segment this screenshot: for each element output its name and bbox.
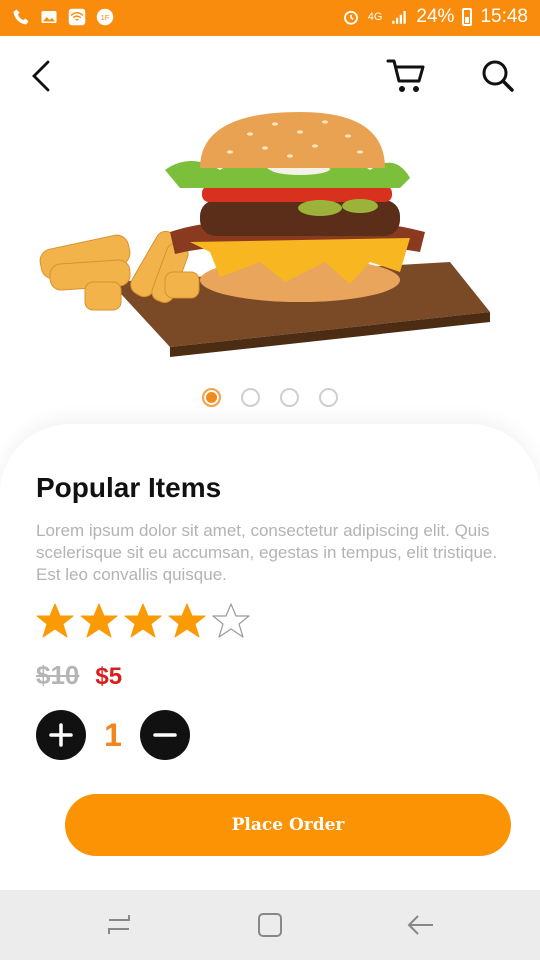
star-filled-icon[interactable] xyxy=(36,602,74,640)
search-icon xyxy=(482,60,514,92)
system-nav-bar xyxy=(0,890,540,960)
quantity-stepper: 1 xyxy=(36,710,190,760)
status-bar-right: 4G 24% 15:48 xyxy=(342,6,528,28)
phone-icon xyxy=(12,8,30,26)
home-button[interactable] xyxy=(255,910,285,940)
carousel-dot-1[interactable] xyxy=(202,388,221,407)
product-description: Lorem ipsum dolor sit amet, consectetur … xyxy=(36,521,498,584)
cart-button[interactable] xyxy=(384,54,428,98)
star-filled-icon[interactable] xyxy=(124,602,162,640)
status-bar-left: 1F xyxy=(12,8,114,26)
carousel-indicator xyxy=(0,388,540,407)
star-filled-icon[interactable] xyxy=(80,602,118,640)
increase-button[interactable] xyxy=(36,710,86,760)
new-price: $5 xyxy=(95,663,123,690)
star-filled-icon[interactable] xyxy=(168,602,206,640)
product-image xyxy=(30,112,520,362)
vpn-icon: 1F xyxy=(96,8,114,26)
svg-text:1F: 1F xyxy=(101,13,110,22)
back-arrow-icon xyxy=(32,60,50,92)
battery-percent: 24% xyxy=(416,6,455,27)
plus-icon xyxy=(49,723,73,747)
rating-stars[interactable] xyxy=(36,602,250,640)
home-icon xyxy=(258,913,282,937)
carousel-dot-4[interactable] xyxy=(319,388,338,407)
star-empty-icon[interactable] xyxy=(212,602,250,640)
clock: 15:48 xyxy=(480,6,528,27)
image-icon xyxy=(40,8,58,26)
product-card: Popular Items Lorem ipsum dolor sit amet… xyxy=(0,424,540,890)
back-icon xyxy=(407,915,433,935)
product-title: Popular Items xyxy=(36,472,222,503)
decrease-button[interactable] xyxy=(140,710,190,760)
recent-apps-button[interactable] xyxy=(104,910,134,940)
quantity-value: 1 xyxy=(104,716,122,753)
old-price: $10 xyxy=(36,660,80,690)
price-row: $10 $5 xyxy=(36,660,122,691)
product-hero xyxy=(0,36,540,456)
search-button[interactable] xyxy=(476,54,520,98)
system-back-button[interactable] xyxy=(406,910,436,940)
battery-icon xyxy=(462,8,473,26)
place-order-button[interactable]: Place Order xyxy=(65,794,511,856)
network-type: 4G xyxy=(367,11,383,23)
carousel-dot-2[interactable] xyxy=(241,388,260,407)
carousel-dot-3[interactable] xyxy=(280,388,299,407)
wifi-icon xyxy=(68,8,86,26)
status-bar: 1F 4G 24% 15:48 xyxy=(0,0,540,36)
burger-with-fries-image xyxy=(39,112,490,357)
back-button[interactable] xyxy=(20,54,64,98)
cart-icon xyxy=(386,59,425,92)
signal-icon xyxy=(390,8,408,26)
recent-apps-icon xyxy=(108,915,130,934)
minus-icon xyxy=(153,733,177,737)
alarm-icon xyxy=(342,8,360,26)
